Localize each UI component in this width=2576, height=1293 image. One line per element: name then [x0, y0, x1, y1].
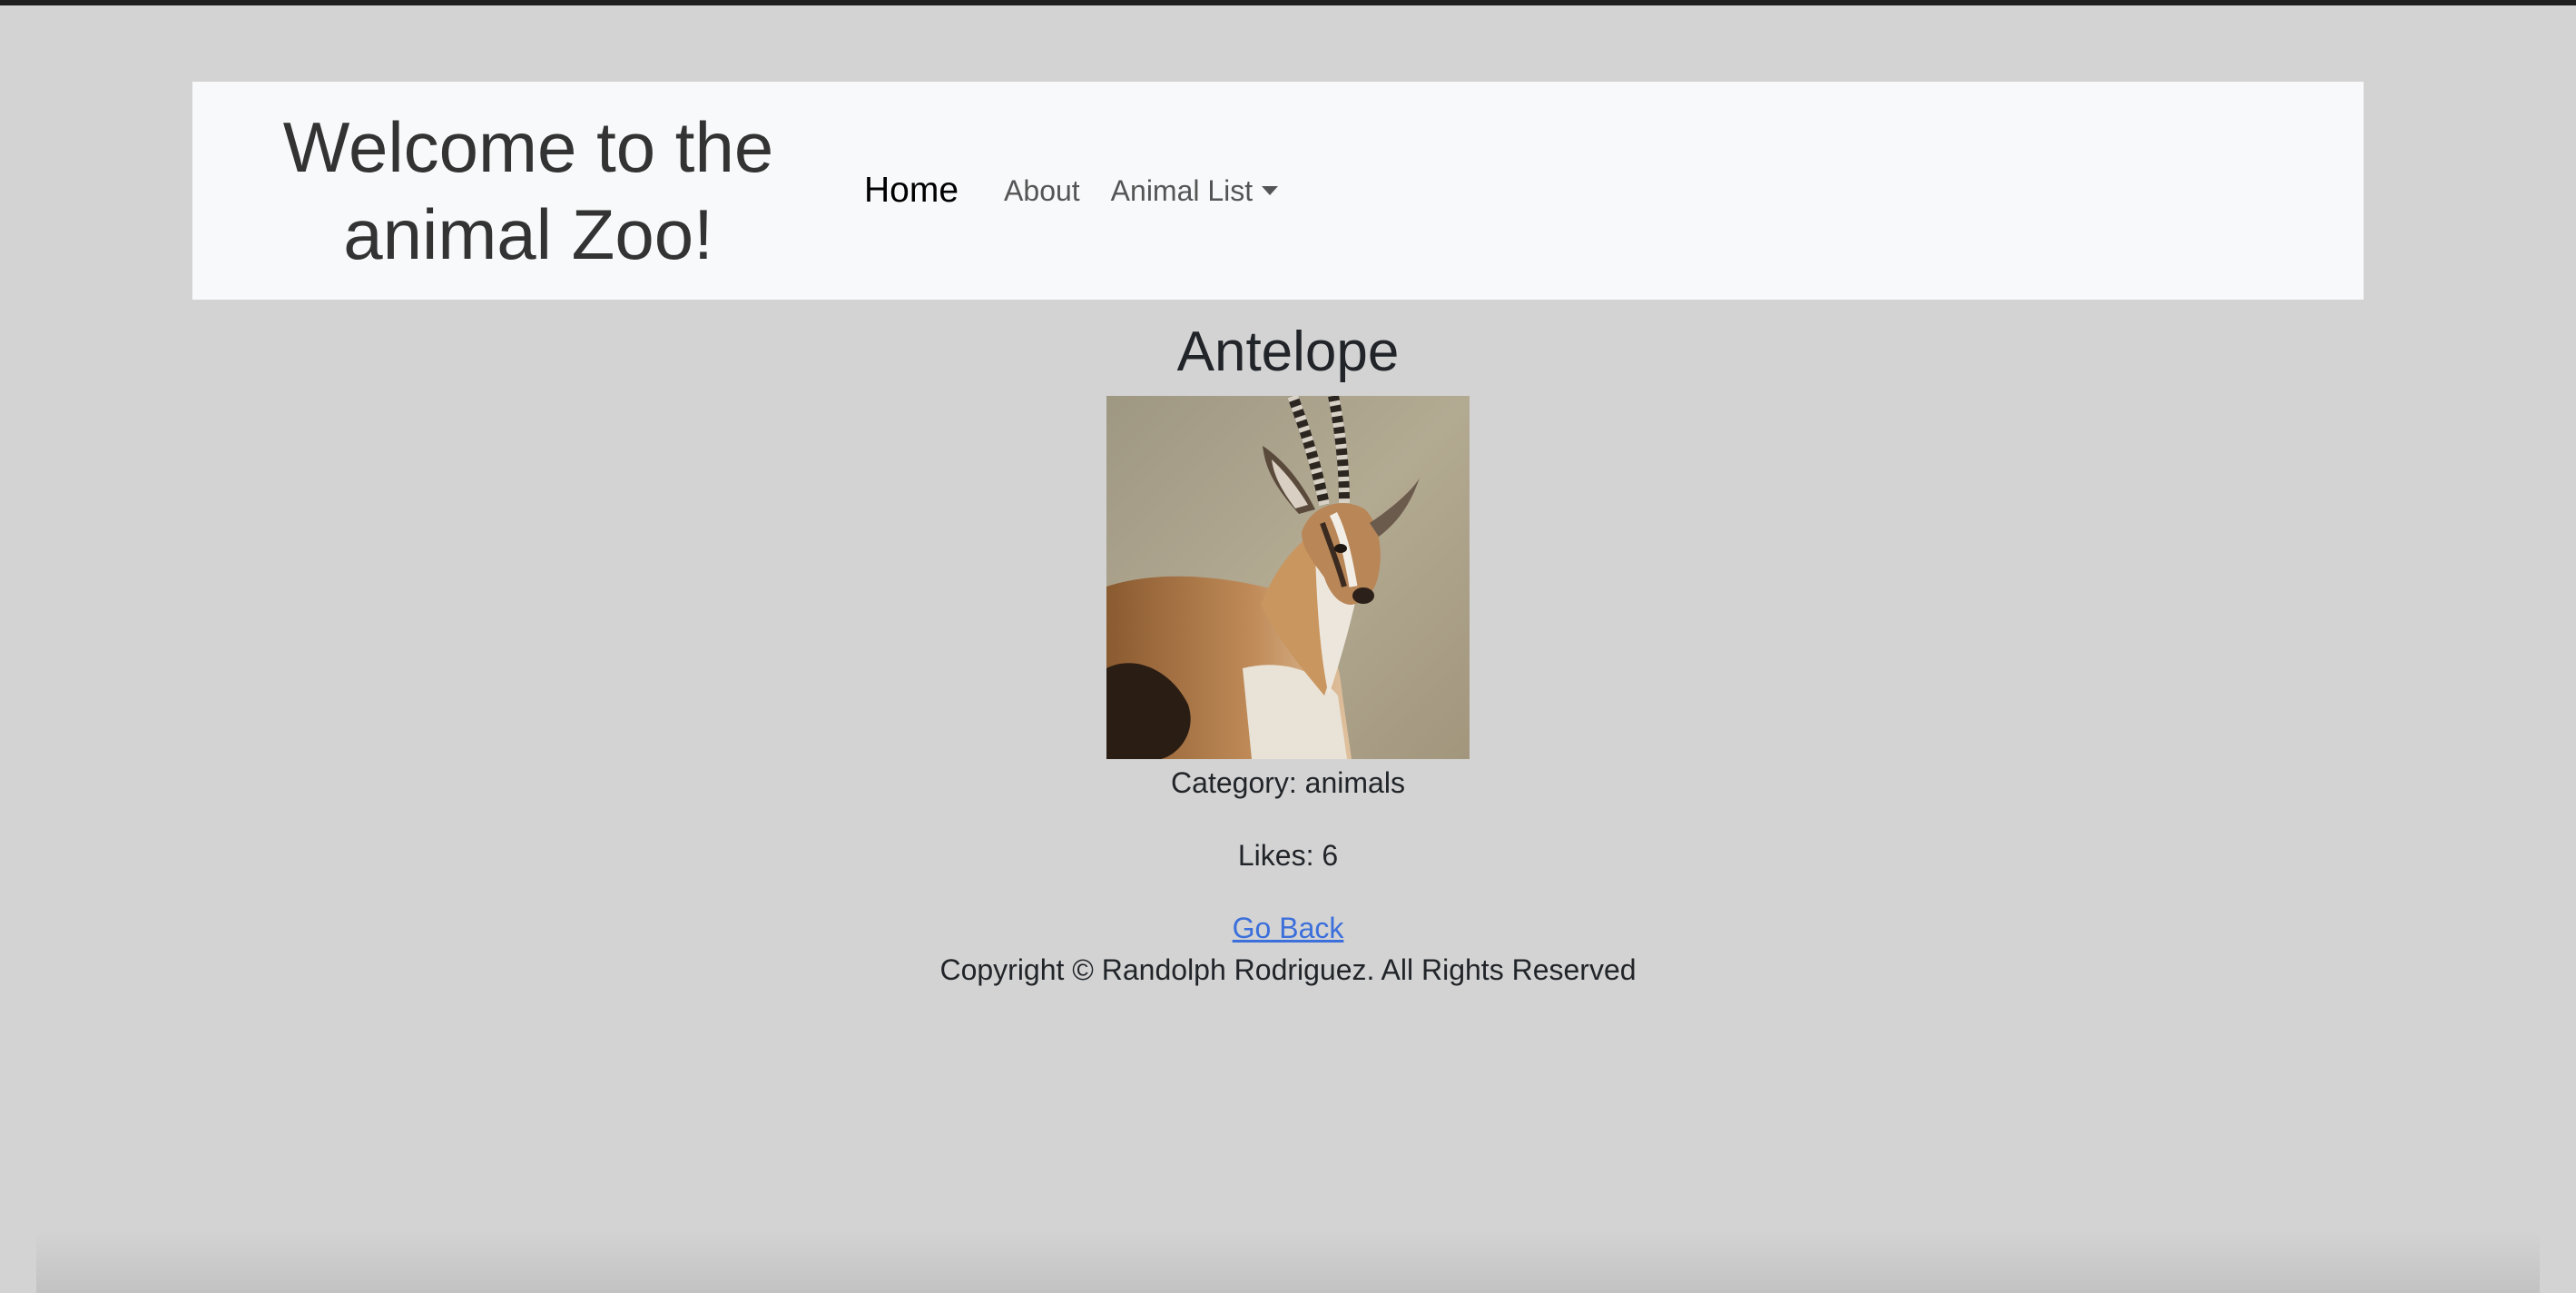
- window-top-border: [0, 0, 2576, 5]
- brand-title[interactable]: Welcome to the animal Zoo!: [265, 104, 791, 278]
- nav-home-link[interactable]: Home: [864, 171, 959, 211]
- nav-animal-list-label: Animal List: [1110, 173, 1254, 207]
- animal-photo: [1106, 396, 1470, 759]
- go-back-link[interactable]: Go Back: [1233, 910, 1344, 946]
- nav-animal-list-dropdown[interactable]: Animal List: [1111, 174, 1279, 208]
- nav-about-link[interactable]: About: [1004, 174, 1080, 208]
- navbar: Welcome to the animal Zoo! Home About An…: [192, 82, 2364, 300]
- animal-likes: Likes: 6: [1237, 839, 1339, 872]
- animal-category: Category: animals: [1171, 766, 1405, 799]
- window-bottom-shadow: [36, 1229, 2540, 1293]
- nav-links: Home About Animal List: [864, 82, 1279, 300]
- footer-copyright: Copyright © Randolph Rodriguez. All Righ…: [939, 953, 1637, 986]
- animal-detail: Antelope Category: animals Likes: 6 Go B…: [0, 309, 2576, 988]
- animal-name: Antelope: [1176, 321, 1400, 383]
- caret-down-icon: [1262, 186, 1279, 195]
